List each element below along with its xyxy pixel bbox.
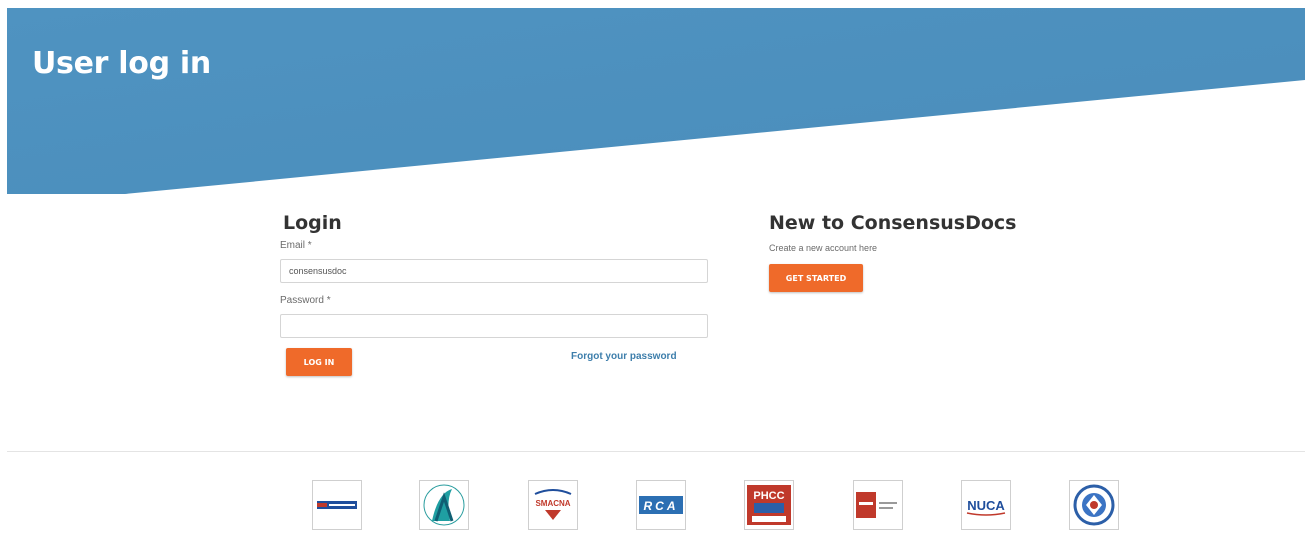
login-heading: Login (283, 212, 342, 234)
smacna-logo-icon[interactable]: SMACNA (528, 480, 578, 530)
get-started-button[interactable]: GET STARTED (769, 264, 863, 292)
password-field[interactable] (280, 314, 708, 338)
password-required-marker: * (326, 295, 331, 306)
svg-text:PHCC: PHCC (753, 490, 784, 502)
email-field[interactable] (280, 259, 708, 283)
header-background-shape (7, 8, 1305, 194)
rca-logo-icon[interactable]: RCA (636, 480, 686, 530)
red-square-logo-icon[interactable] (853, 480, 903, 530)
login-form: Login Email * Password * LOG IN Forgot y… (280, 212, 708, 388)
partner-logos: SMACNA RCA PHCC NUCA (0, 480, 1305, 532)
new-account-section: New to ConsensusDocs Create a new accoun… (769, 212, 1069, 292)
page-header-banner: User log in (7, 8, 1305, 194)
password-label: Password * (280, 295, 331, 306)
login-actions: LOG IN Forgot your password (280, 348, 708, 388)
circular-seal-logo-icon[interactable] (1069, 480, 1119, 530)
svg-text:SMACNA: SMACNA (535, 499, 570, 508)
phcc-logo-icon[interactable]: PHCC (744, 480, 794, 530)
email-required-marker: * (307, 240, 312, 251)
new-account-heading: New to ConsensusDocs (769, 212, 1017, 234)
svg-text:RCA: RCA (644, 499, 679, 513)
new-account-subtitle: Create a new account here (769, 243, 878, 253)
nuca-logo-icon[interactable]: NUCA (961, 480, 1011, 530)
teal-wave-a-logo-icon[interactable] (419, 480, 469, 530)
footer-divider (7, 451, 1305, 452)
page-title: User log in (32, 46, 211, 81)
svg-text:NUCA: NUCA (967, 498, 1005, 513)
blue-banner-logo-icon[interactable] (312, 480, 362, 530)
login-button[interactable]: LOG IN (286, 348, 352, 376)
email-label: Email * (280, 240, 312, 251)
forgot-password-link[interactable]: Forgot your password (571, 351, 677, 362)
